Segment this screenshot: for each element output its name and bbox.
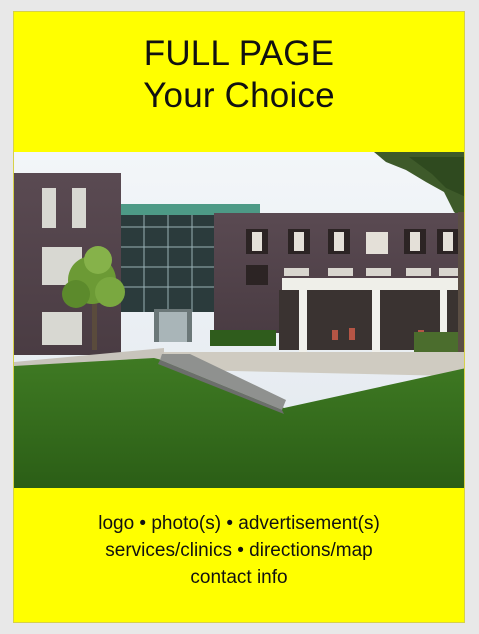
details-line-1: logo • photo(s) • advertisement(s) [98, 513, 380, 534]
ad-panel: FULL PAGE Your Choice logo • photo(s) • … [13, 11, 465, 623]
tree-right-edge [458, 212, 464, 352]
ad-title-line-1: FULL PAGE [143, 34, 335, 73]
ad-title-line-2: Your Choice [143, 76, 335, 115]
building-photo [14, 152, 464, 488]
details-line-3: contact info [190, 567, 288, 588]
page-background: FULL PAGE Your Choice logo • photo(s) • … [0, 0, 479, 634]
details-line-2: services/clinics • directions/map [105, 540, 373, 561]
ad-title: FULL PAGE Your Choice [14, 12, 464, 152]
ad-details: logo • photo(s) • advertisement(s) servi… [14, 510, 464, 591]
